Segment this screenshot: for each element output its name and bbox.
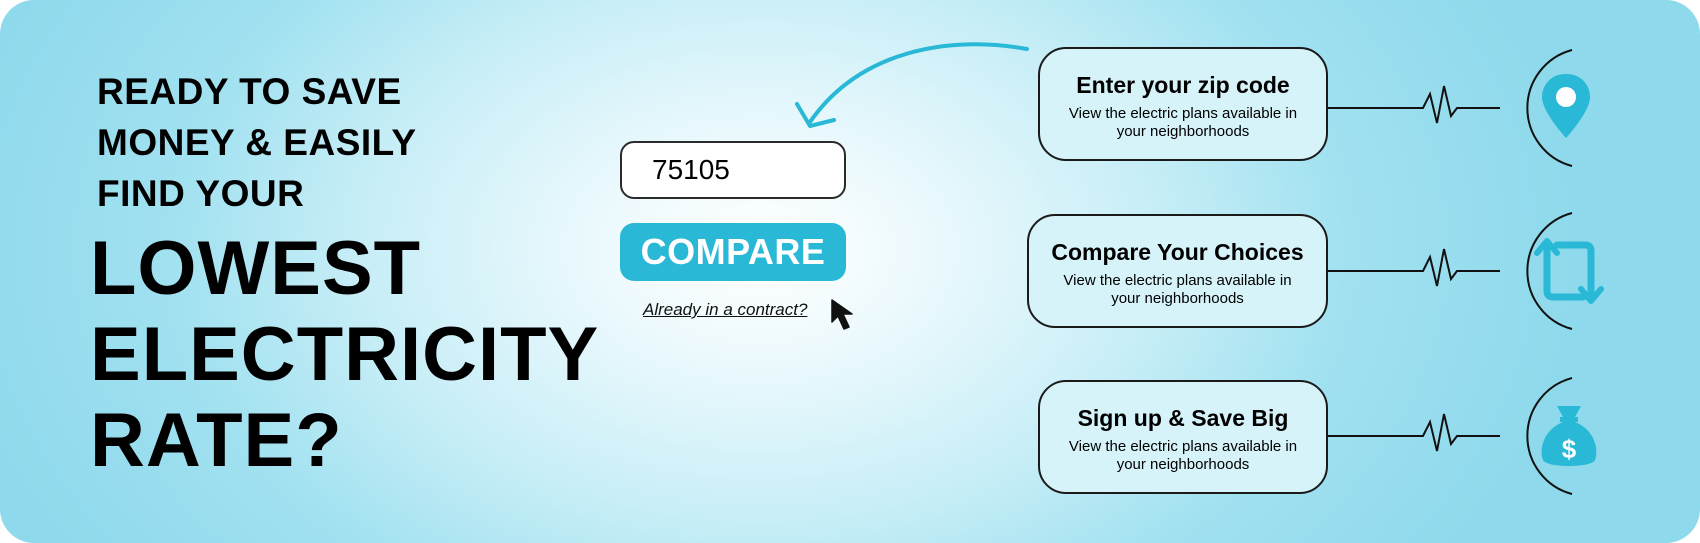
step-card-enter-zip: Enter your zip code View the electric pl…	[1038, 47, 1328, 161]
step-title: Compare Your Choices	[1051, 239, 1304, 265]
step-connector-line	[1327, 212, 1573, 330]
step-title: Enter your zip code	[1076, 72, 1290, 98]
step-card-sign-up: Sign up & Save Big View the electric pla…	[1038, 380, 1328, 494]
electricity-comparison-banner: READY TO SAVE MONEY & EASILY FIND YOUR L…	[0, 0, 1700, 543]
headline-main: LOWEST ELECTRICITY RATE?	[90, 226, 600, 483]
headline-intro: READY TO SAVE MONEY & EASILY FIND YOUR	[97, 71, 417, 214]
step-card-compare-choices: Compare Your Choices View the electric p…	[1027, 214, 1328, 328]
step-description: View the electric plans available in you…	[1068, 105, 1298, 140]
step-title: Sign up & Save Big	[1077, 405, 1289, 431]
mouse-cursor-icon	[831, 299, 853, 330]
step-description: View the electric plans available in you…	[1063, 272, 1292, 307]
location-pin-icon	[1542, 74, 1590, 138]
step-description: View the electric plans available in you…	[1068, 438, 1298, 473]
step-connector-line	[1327, 377, 1573, 495]
already-in-contract-link[interactable]: Already in a contract?	[643, 300, 807, 320]
money-bag-icon: $	[1541, 406, 1597, 466]
compare-arrows-icon	[1534, 238, 1604, 304]
compare-button[interactable]: COMPARE	[620, 223, 846, 281]
curved-arrow-icon	[795, 42, 1029, 128]
zip-code-input[interactable]	[620, 141, 846, 199]
svg-text:$: $	[1562, 434, 1577, 464]
step-connector-line	[1327, 49, 1573, 167]
